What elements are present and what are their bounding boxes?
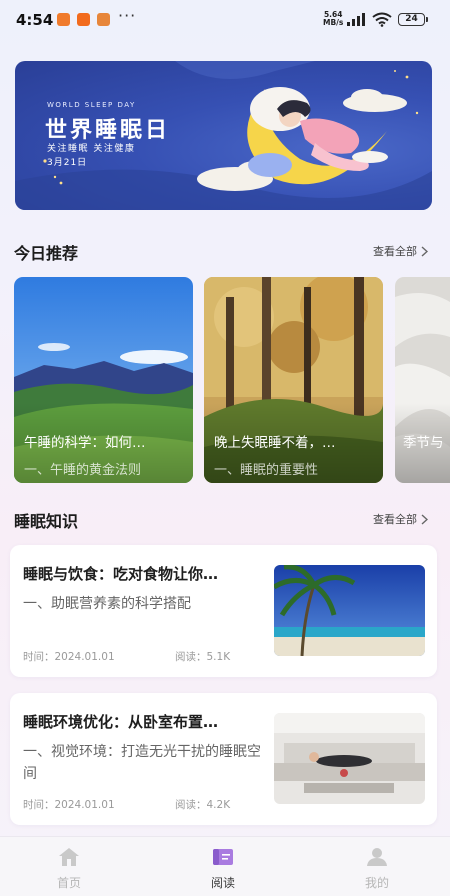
tab-profile-label: 我的	[364, 876, 389, 890]
article-time: 时间：2024.01.01	[23, 799, 115, 811]
recommend-card[interactable]: 午睡的科学：如何… 一、午睡的黄金法则	[14, 277, 193, 483]
profile-icon	[367, 848, 387, 866]
recommend-card-title: 季节与	[403, 435, 444, 451]
article-title: 睡眠环境优化：从卧室布置…	[23, 713, 219, 731]
tab-reading[interactable]: 阅读	[173, 837, 273, 896]
recommend-card-title: 午睡的科学：如何…	[24, 435, 146, 451]
article-time: 时间：2024.01.01	[23, 651, 115, 663]
net-speed: 5.64 MB/s	[323, 10, 344, 27]
banner-date: 3月21日	[47, 158, 88, 168]
see-all-label: 查看全部	[373, 513, 417, 526]
recommend-section-title: 今日推荐	[14, 244, 79, 263]
banner-subtitle: 关注睡眠 关注健康	[47, 144, 136, 154]
signal-icon	[347, 13, 365, 26]
bottom-tab-bar: 首页 阅读 我的	[0, 836, 450, 896]
recommend-see-all-link[interactable]: 查看全部	[373, 243, 428, 259]
tab-home-label: 首页	[56, 876, 81, 890]
recommend-card-title: 晚上失眠睡不着，…	[214, 435, 336, 451]
more-dots-icon: ···	[118, 6, 137, 25]
knowledge-article-card[interactable]: 睡眠与饮食：吃对食物让你… 一、助眠营养素的科学搭配 时间：2024.01.01…	[10, 545, 437, 677]
knowledge-section-title: 睡眠知识	[14, 512, 79, 531]
app-notification-icon	[97, 13, 110, 26]
chevron-right-icon	[421, 513, 428, 525]
article-title: 睡眠与饮食：吃对食物让你…	[23, 565, 219, 583]
world-sleep-day-banner[interactable]: WORLD SLEEP DAY 世界睡眠日 关注睡眠 关注健康 3月21日	[15, 61, 432, 210]
banner-small-text: WORLD SLEEP DAY	[47, 101, 136, 109]
app-notification-icon	[57, 13, 70, 26]
bedroom-image	[274, 713, 425, 804]
tab-profile[interactable]: 我的	[327, 837, 427, 896]
battery-icon: 24	[398, 13, 428, 26]
tab-home[interactable]: 首页	[19, 837, 119, 896]
wifi-icon	[372, 12, 392, 27]
article-subtitle: 一、视觉环境：打造无光干扰的睡眠空间	[23, 744, 261, 782]
article-reads: 阅读：4.2K	[175, 799, 231, 811]
knowledge-article-card[interactable]: 睡眠环境优化：从卧室布置… 一、视觉环境：打造无光干扰的睡眠空间 时间：2024…	[10, 693, 437, 825]
chevron-right-icon	[421, 245, 428, 257]
article-subtitle: 一、助眠营养素的科学搭配	[23, 596, 191, 612]
home-icon	[59, 848, 79, 866]
recommend-card[interactable]: 晚上失眠睡不着，… 一、睡眠的重要性	[204, 277, 383, 483]
recommend-card-subtitle: 一、午睡的黄金法则	[24, 463, 142, 478]
status-bar: 4:54 ··· 5.64 MB/s 24	[0, 0, 450, 40]
recommend-card[interactable]: 季节与	[395, 277, 450, 483]
see-all-label: 查看全部	[373, 245, 417, 258]
article-reads: 阅读：5.1K	[175, 651, 231, 663]
knowledge-see-all-link[interactable]: 查看全部	[373, 511, 428, 527]
book-icon	[213, 849, 233, 865]
tab-reading-label: 阅读	[210, 876, 235, 890]
mi-notification-icon	[77, 13, 90, 26]
beach-image	[274, 565, 425, 656]
status-time: 4:54	[16, 11, 54, 29]
banner-title: 世界睡眠日	[45, 118, 171, 143]
recommend-card-subtitle: 一、睡眠的重要性	[214, 463, 319, 478]
